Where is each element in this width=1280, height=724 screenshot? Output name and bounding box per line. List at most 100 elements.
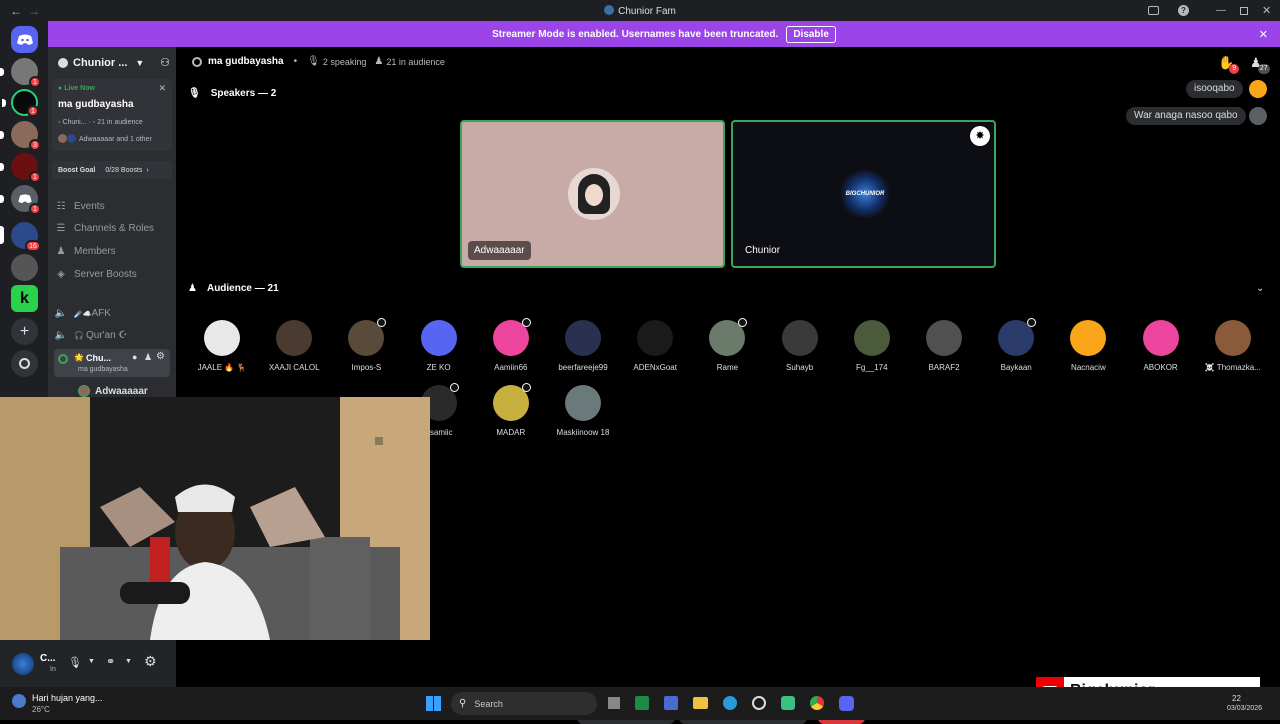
audience-member[interactable]: ☠️ Thomazka... — [1197, 320, 1269, 372]
home-button[interactable] — [11, 26, 38, 53]
audience-member[interactable]: beerfareeje99 — [547, 320, 619, 372]
app-icon[interactable] — [664, 696, 678, 710]
sidebar-item-members[interactable]: ♟ Members — [54, 246, 174, 257]
avatar — [1249, 80, 1267, 98]
microphone-icon[interactable]: 🎙 — [68, 656, 82, 669]
weather-widget[interactable]: Hari hujan yang... 26°C — [12, 692, 122, 716]
audience-member[interactable]: Suhayb — [764, 320, 836, 372]
audience-member-name: ADENxGoat — [633, 363, 677, 372]
chrome-icon[interactable] — [810, 696, 824, 710]
speaker-icon: 🔈 — [54, 308, 68, 319]
add-member-icon[interactable]: ♟ — [144, 352, 152, 363]
discord-taskbar-icon[interactable] — [839, 696, 854, 711]
add-server-button[interactable]: + — [11, 318, 38, 345]
search-box[interactable]: ⚲ Search — [451, 692, 597, 715]
close-window-icon[interactable]: ✕ — [1262, 4, 1271, 17]
boost-goal[interactable]: Boost Goal 0/28 Boosts › — [52, 161, 172, 179]
avatar[interactable] — [12, 653, 34, 675]
audience-member[interactable]: Baykaan — [980, 318, 1052, 372]
settings-icon[interactable]: ⚙ — [144, 653, 157, 670]
settings-icon[interactable]: ⚙ — [156, 351, 165, 362]
close-icon[interactable]: ✕ — [1259, 28, 1268, 41]
audience-member[interactable]: ABOKOR — [1125, 320, 1197, 372]
server-icon-3[interactable]: 3 — [0, 121, 41, 151]
invite-icon[interactable]: ⚇ — [160, 56, 170, 69]
avatar — [853, 320, 890, 356]
close-icon[interactable]: ✕ — [158, 83, 166, 94]
list-icon: ☰ — [56, 223, 66, 234]
stage-channel-active[interactable]: 🌟 Chu... ● ♟ ⚙ ma gudbayasha — [54, 349, 170, 377]
audience-member[interactable]: JAALE 🔥 🦌 — [186, 320, 258, 372]
app-icon[interactable] — [781, 696, 795, 710]
chat-icon[interactable]: ● — [132, 352, 137, 362]
live-meta: ◦ Chuni... · ◦ 21 in audience — [58, 119, 143, 126]
status-icon — [1027, 318, 1037, 327]
avatar — [637, 320, 674, 356]
speaker-tile[interactable]: Adwaaaaar — [460, 120, 725, 268]
audience-member-name: Aamiin66 — [494, 363, 528, 372]
avatar — [565, 320, 601, 356]
clock-time: 22 — [1232, 694, 1241, 703]
status-icon — [521, 318, 531, 327]
server-icon-4[interactable]: 1 — [0, 153, 41, 183]
minimize-icon[interactable]: — — [1216, 5, 1226, 16]
live-now-card[interactable]: ● Live Now ✕ ma gudbayasha ◦ Chuni... · … — [52, 79, 172, 151]
server-header[interactable]: Chunior ... ▼ ⚇ — [58, 56, 170, 69]
app-icon[interactable] — [752, 696, 766, 710]
discover-button[interactable] — [11, 350, 38, 377]
audience-member[interactable]: MADAR — [475, 383, 547, 437]
maximize-icon[interactable] — [1240, 7, 1248, 15]
webcam-image — [0, 397, 430, 640]
window-title: Chunior Fam — [0, 4, 1280, 17]
sidebar-item-server-boosts[interactable]: ◈ Server Boosts — [54, 269, 174, 280]
server-icon-2[interactable]: 1 — [2, 89, 39, 117]
sidebar-item-channels-roles[interactable]: ☰ Channels & Roles — [54, 223, 174, 234]
audience-member[interactable]: Impos-S — [330, 318, 402, 372]
speaker-tile[interactable]: BIGCHUNIOR ✸ Chunior — [731, 120, 996, 268]
edge-icon[interactable] — [723, 696, 737, 710]
speakers-section-title: 🎙 Speakers — 2 — [188, 88, 277, 99]
taskview-icon[interactable] — [608, 697, 620, 709]
audience-member[interactable]: Nacnaciw — [1052, 320, 1124, 372]
audience-member-name: Suhayb — [786, 363, 814, 372]
audience-member[interactable]: Aamiin66 — [475, 318, 547, 372]
people-button[interactable]: ♟ 27 — [1250, 55, 1270, 74]
discord-icon — [16, 34, 33, 45]
audience-member[interactable]: Maskiinoow 18 — [547, 385, 619, 437]
chevron-down-icon[interactable]: ⌄ — [1256, 283, 1264, 294]
avatar — [1142, 320, 1179, 356]
title-bar: ← → Chunior Fam ? — ✕ — [0, 0, 1280, 21]
folder-icon[interactable] — [693, 697, 708, 709]
server-icon-1[interactable]: 1 — [0, 58, 41, 88]
windows-start-icon[interactable] — [426, 696, 441, 711]
raise-hand-button[interactable]: ✋ 9 — [1218, 55, 1240, 74]
sidebar-item-events[interactable]: ☷ Events — [54, 201, 174, 212]
chevron-down-icon[interactable]: ▼ — [125, 658, 132, 665]
avatar — [1214, 320, 1251, 356]
chevron-right-icon: › — [146, 166, 149, 174]
server-icon-5[interactable]: 1 — [0, 185, 41, 215]
audience-member[interactable]: XAAJI CALOL — [258, 320, 330, 372]
audience-member-name: XAAJI CALOL — [268, 363, 320, 372]
help-icon[interactable]: ? — [1178, 5, 1189, 16]
avatar — [204, 320, 240, 356]
audience-member[interactable]: BARAF2 — [908, 320, 980, 372]
server-badge-icon — [58, 57, 68, 68]
audience-member[interactable]: Fg__174 — [836, 320, 908, 372]
server-icon-6[interactable]: 16 — [0, 222, 41, 252]
server-icon-7[interactable] — [11, 254, 38, 281]
server-icon-8[interactable]: k — [11, 285, 38, 312]
inbox-icon[interactable] — [1148, 6, 1159, 15]
audience-member[interactable]: ADENxGoat — [619, 320, 691, 372]
audience-member-name: Nacnaciw — [1071, 363, 1106, 372]
chevron-down-icon[interactable]: ▼ — [88, 658, 95, 665]
headphones-icon[interactable]: ⚭ — [106, 655, 115, 668]
voice-channel-afk[interactable]: 🔈 ☄️☁️ AFK — [54, 308, 174, 319]
audience-member-name: BARAF2 — [928, 363, 960, 372]
avatar — [276, 320, 313, 356]
disable-button[interactable]: Disable — [786, 25, 836, 43]
audience-member[interactable]: ZE KO — [403, 320, 475, 372]
voice-channel-quran[interactable]: 🔈 🎧 Qur'an ☪ — [54, 330, 174, 341]
audience-member[interactable]: Rame — [691, 318, 763, 372]
excel-icon[interactable] — [635, 696, 649, 710]
